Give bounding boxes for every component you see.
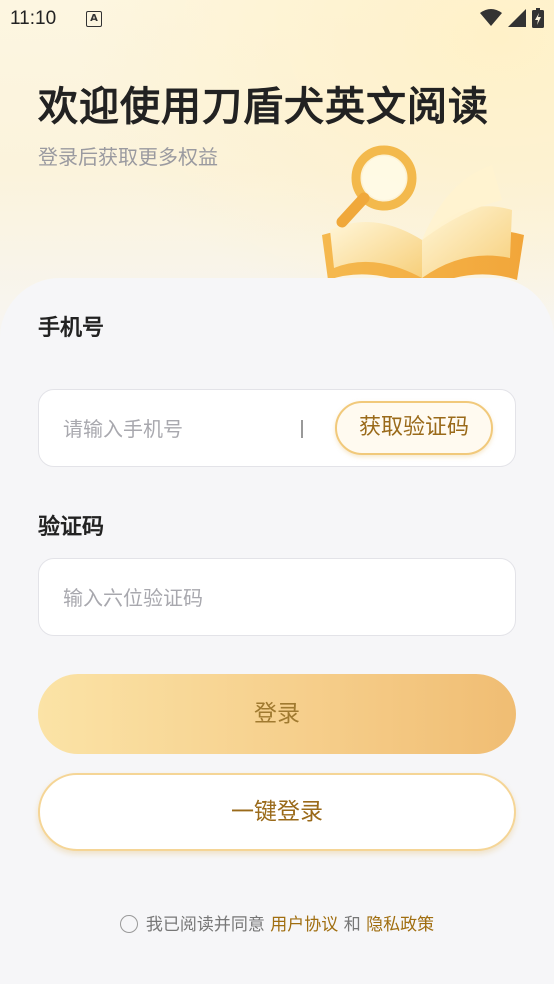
login-button[interactable]: 登录 — [38, 674, 516, 754]
user-agreement-link[interactable]: 用户协议 — [270, 915, 338, 935]
notification-icon: A — [86, 11, 102, 27]
status-bar: 11:10 A — [0, 0, 554, 38]
agreement-row: 我已阅读并同意 用户协议 和 隐私政策 — [0, 910, 554, 935]
status-time: 11:10 — [10, 8, 57, 29]
agreement-and: 和 — [343, 915, 361, 935]
phone-label: 手机号 — [38, 316, 105, 341]
get-code-button[interactable]: 获取验证码 — [335, 401, 493, 455]
phone-field: 获取验证码 — [38, 389, 516, 468]
status-icons — [480, 8, 544, 28]
phone-input[interactable] — [61, 390, 295, 468]
agree-radio[interactable] — [119, 915, 138, 933]
battery-icon — [532, 8, 544, 28]
page-subtitle: 登录后获取更多权益 — [38, 145, 218, 169]
one-click-login-button[interactable]: 一键登录 — [38, 773, 516, 851]
code-field — [38, 558, 516, 637]
privacy-policy-link[interactable]: 隐私政策 — [366, 915, 434, 935]
page-title: 欢迎使用刀盾犬英文阅读 — [38, 84, 489, 130]
wifi-icon — [480, 9, 502, 26]
book-magnifier-icon — [322, 145, 524, 290]
input-divider — [301, 420, 303, 438]
code-input[interactable] — [61, 559, 495, 637]
signal-icon — [508, 9, 526, 27]
code-label: 验证码 — [38, 515, 105, 540]
agreement-prefix: 我已阅读并同意 — [145, 915, 265, 935]
